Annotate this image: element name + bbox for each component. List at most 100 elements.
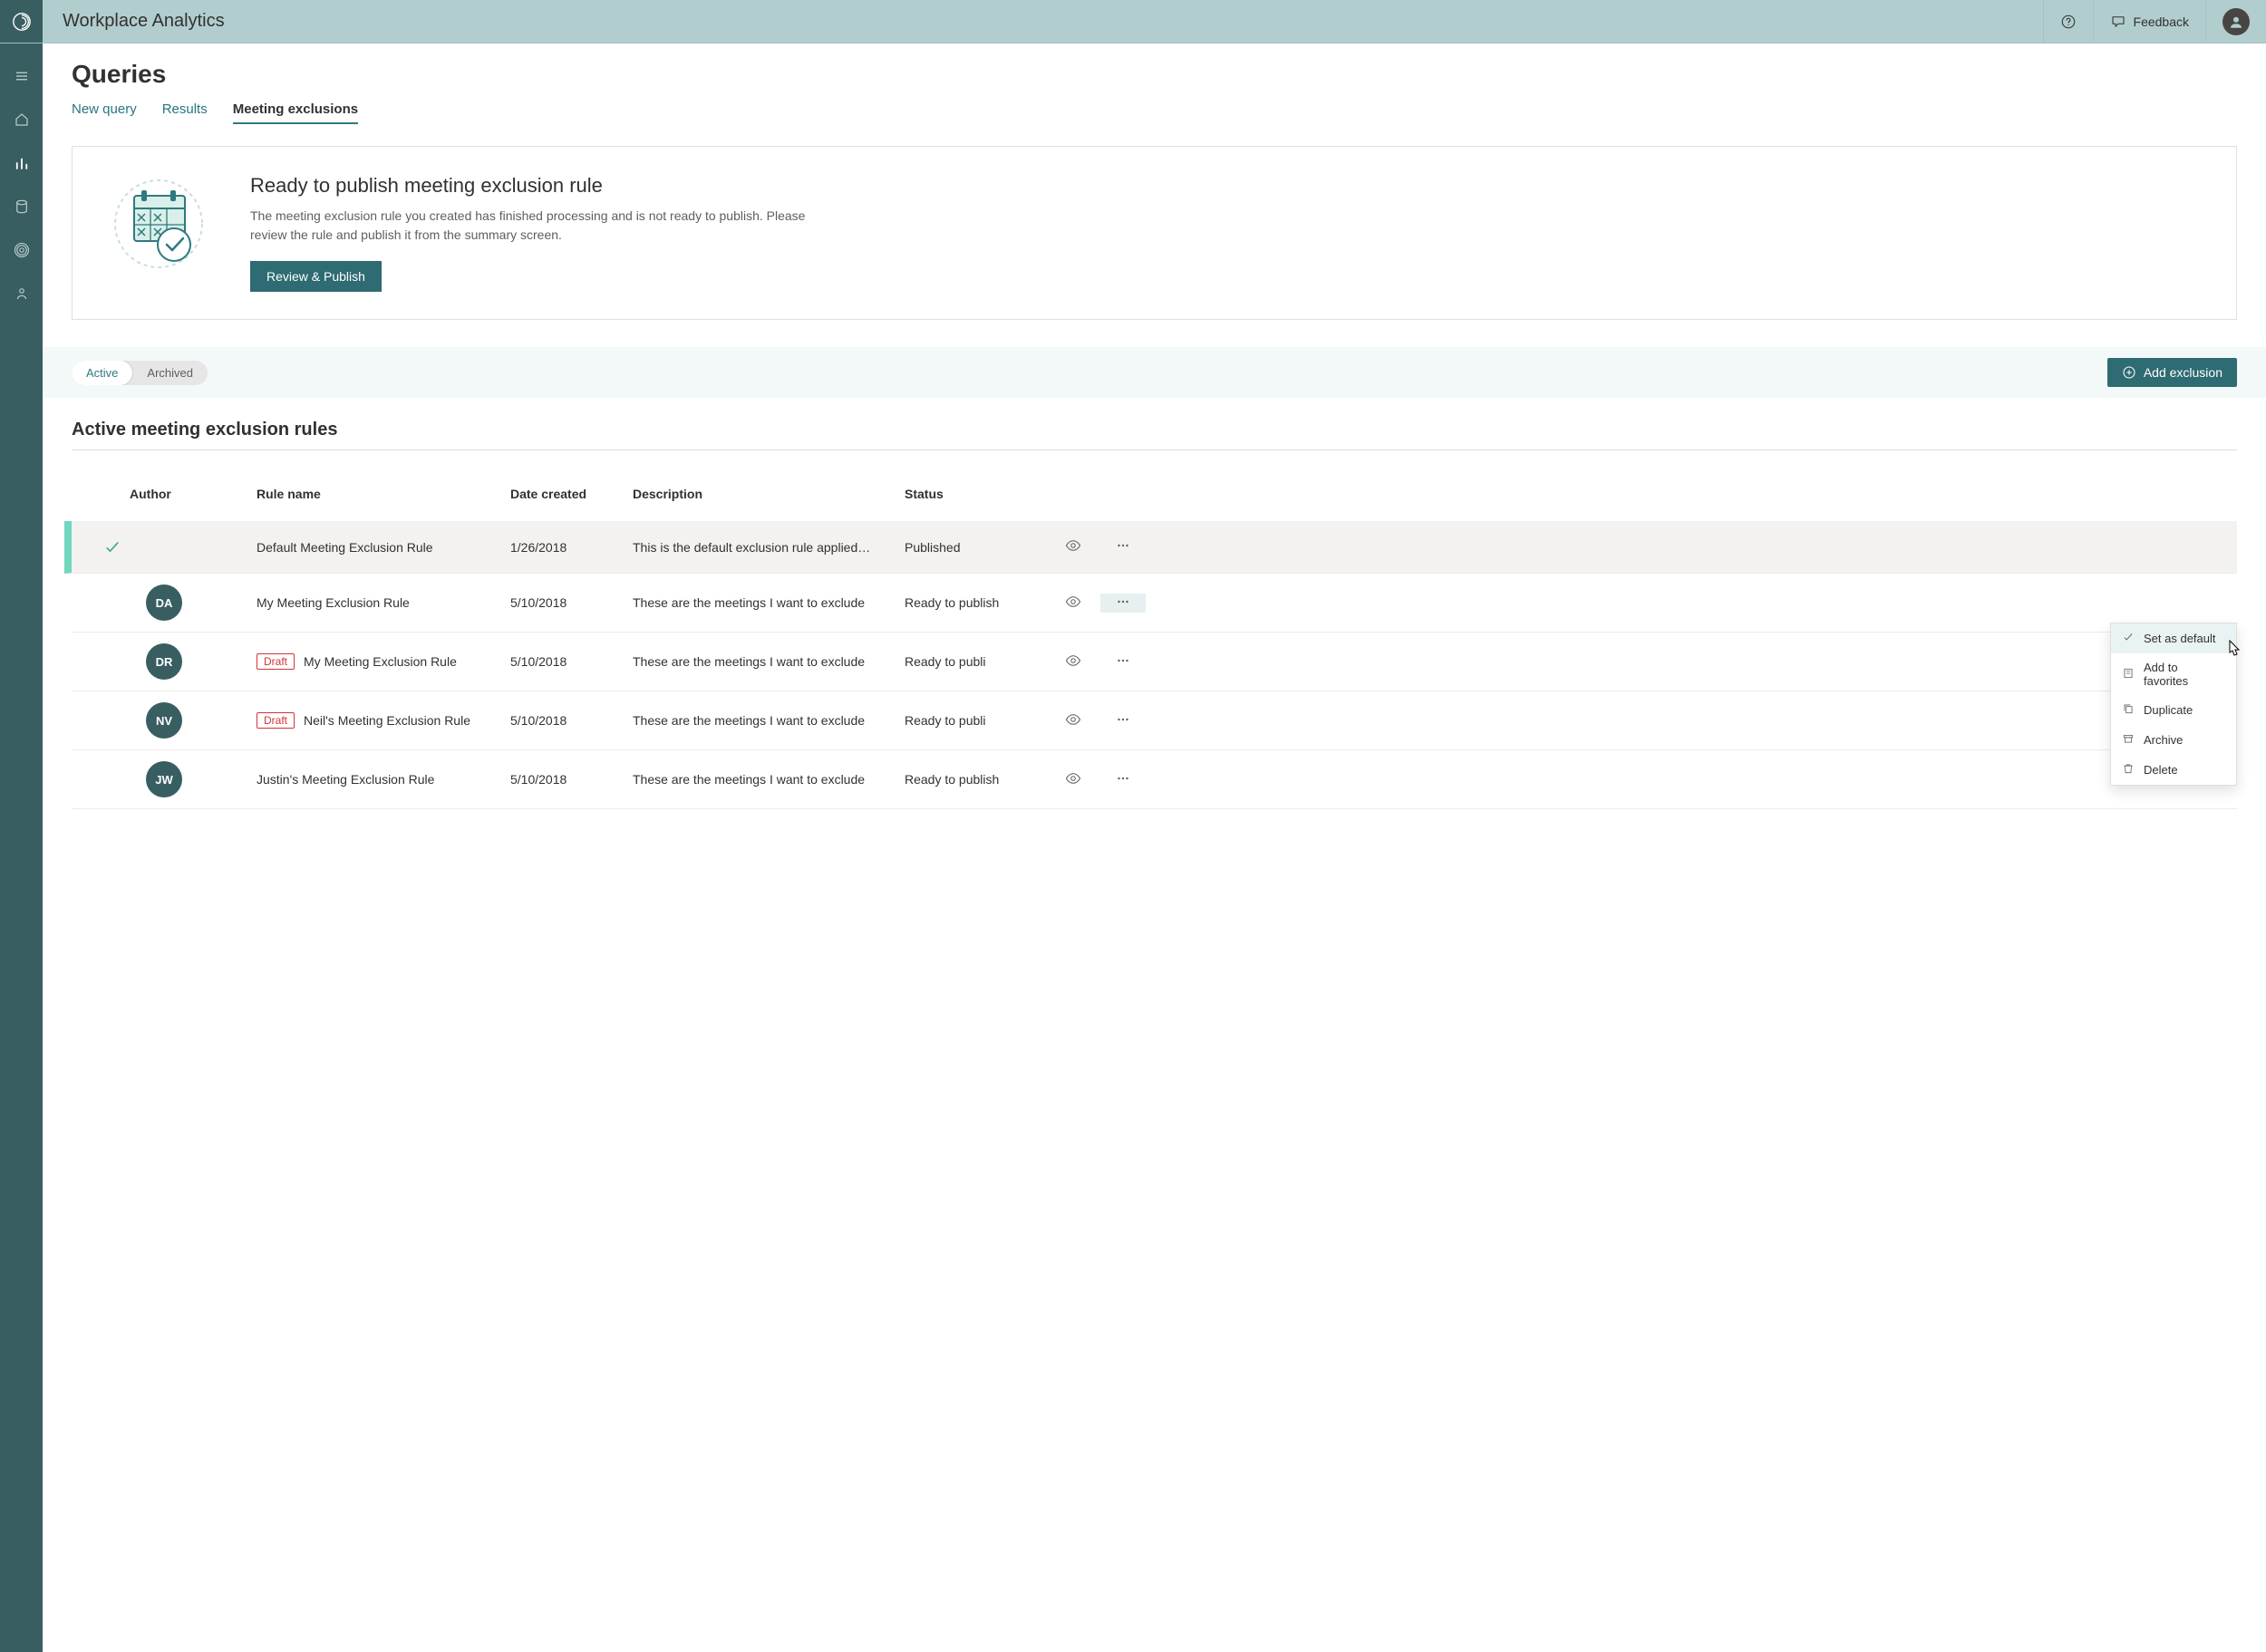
cell-status: Published: [901, 529, 1046, 565]
col-description: Description: [629, 476, 901, 512]
draft-badge: Draft: [257, 712, 295, 729]
header-left: Workplace Analytics: [0, 0, 225, 43]
radar-icon: [14, 242, 30, 258]
cell-author: NV: [126, 691, 253, 749]
feedback-icon: [2110, 14, 2126, 30]
cell-status: Ready to publi: [901, 643, 1046, 680]
menu-item-duplicate[interactable]: Duplicate: [2111, 695, 2236, 725]
cell-author: JW: [126, 750, 253, 808]
view-button[interactable]: [1046, 537, 1100, 556]
bar-chart-icon: [14, 155, 30, 171]
col-author: Author: [126, 476, 253, 512]
person-icon: [2228, 14, 2244, 30]
eye-icon: [1065, 652, 1081, 671]
menu-item-set-as-default[interactable]: Set as default: [2111, 623, 2236, 653]
table-row[interactable]: DAMy Meeting Exclusion Rule5/10/2018Thes…: [72, 574, 2237, 633]
author-avatar: DR: [146, 643, 182, 680]
cell-rule-name: DraftNeil's Meeting Exclusion Rule: [253, 701, 507, 739]
cell-description: These are the meetings I want to exclude: [629, 702, 901, 739]
help-button[interactable]: [2043, 0, 2093, 43]
rules-table: Author Rule name Date created Descriptio…: [72, 459, 2237, 809]
app-header: Workplace Analytics Feedback: [0, 0, 2266, 43]
notice-content: Ready to publish meeting exclusion rule …: [250, 174, 830, 292]
rule-name-text: My Meeting Exclusion Rule: [257, 595, 410, 610]
cell-author: [126, 536, 253, 558]
author-avatar: DA: [146, 584, 182, 621]
page-title: Queries: [72, 60, 2237, 89]
delete-icon: [2122, 762, 2135, 778]
menu-item-delete[interactable]: Delete: [2111, 755, 2236, 785]
header-right: Feedback: [2043, 0, 2266, 43]
rule-name-text: Justin's Meeting Exclusion Rule: [257, 772, 434, 787]
draft-badge: Draft: [257, 653, 295, 670]
sidebar: [0, 43, 43, 1652]
copy-icon: [2122, 702, 2135, 718]
logo-swirl-icon: [12, 12, 32, 32]
cell-description: These are the meetings I want to exclude: [629, 761, 901, 797]
cell-date: 1/26/2018: [507, 529, 629, 565]
view-button[interactable]: [1046, 652, 1100, 671]
view-button[interactable]: [1046, 711, 1100, 730]
filter-toolbar: ActiveArchived Add exclusion: [43, 347, 2266, 398]
cell-status: Ready to publish: [901, 761, 1046, 797]
sidebar-plans[interactable]: [0, 274, 43, 314]
more-icon: [1115, 594, 1131, 613]
table-header: Author Rule name Date created Descriptio…: [72, 459, 2237, 521]
menu-item-add-to-favorites[interactable]: Add to favorites: [2111, 653, 2236, 695]
eye-icon: [1065, 537, 1081, 556]
database-icon: [14, 198, 30, 215]
table-row[interactable]: NVDraftNeil's Meeting Exclusion Rule5/10…: [72, 691, 2237, 750]
more-actions-button[interactable]: [1100, 594, 1146, 613]
sidebar-data[interactable]: [0, 187, 43, 227]
more-actions-button[interactable]: [1100, 537, 1146, 556]
cell-date: 5/10/2018: [507, 584, 629, 621]
cell-date: 5/10/2018: [507, 761, 629, 797]
more-actions-button[interactable]: [1100, 711, 1146, 730]
table-row[interactable]: DRDraftMy Meeting Exclusion Rule5/10/201…: [72, 633, 2237, 691]
filter-pill-group: ActiveArchived: [72, 361, 208, 385]
tab-new-query[interactable]: New query: [72, 101, 137, 124]
col-date: Date created: [507, 476, 629, 512]
filter-pill-active[interactable]: Active: [72, 361, 132, 385]
notice-illustration: [109, 174, 208, 274]
view-button[interactable]: [1046, 594, 1100, 613]
review-publish-button[interactable]: Review & Publish: [250, 261, 382, 292]
menu-item-archive[interactable]: Archive: [2111, 725, 2236, 755]
more-actions-button[interactable]: [1100, 770, 1146, 789]
tab-meeting-exclusions[interactable]: Meeting exclusions: [233, 101, 358, 124]
more-actions-button[interactable]: [1100, 652, 1146, 671]
help-icon: [2060, 14, 2077, 30]
view-button[interactable]: [1046, 770, 1100, 789]
sidebar-explore[interactable]: [0, 230, 43, 270]
sidebar-analyze[interactable]: [0, 143, 43, 183]
tabs: New query Results Meeting exclusions: [72, 101, 2237, 124]
more-icon: [1115, 711, 1131, 730]
avatar: [2222, 8, 2250, 35]
author-avatar: JW: [146, 761, 182, 797]
home-icon: [14, 111, 30, 128]
calendar-check-icon: [109, 174, 208, 274]
table-row[interactable]: Default Meeting Exclusion Rule1/26/2018T…: [64, 521, 2237, 574]
check-icon: [2122, 631, 2135, 646]
rule-name-text: My Meeting Exclusion Rule: [304, 654, 457, 669]
feedback-button[interactable]: Feedback: [2093, 0, 2205, 43]
cell-rule-name: Default Meeting Exclusion Rule: [253, 529, 507, 565]
menu-item-label: Archive: [2144, 733, 2183, 747]
eye-icon: [1065, 711, 1081, 730]
section-title: Active meeting exclusion rules: [72, 420, 2237, 450]
hamburger-icon: [14, 68, 30, 84]
add-exclusion-button[interactable]: Add exclusion: [2107, 358, 2237, 387]
filter-pill-archived[interactable]: Archived: [132, 361, 208, 385]
more-icon: [1115, 770, 1131, 789]
add-exclusion-label: Add exclusion: [2144, 365, 2222, 380]
table-row[interactable]: JW Justin's Meeting Exclusion Rule 5/10/20…: [72, 750, 2237, 809]
sidebar-hamburger[interactable]: [0, 56, 43, 96]
main-content: Queries New query Results Meeting exclusio…: [43, 43, 2266, 1652]
tab-results[interactable]: Results: [162, 101, 208, 124]
sidebar-home[interactable]: [0, 100, 43, 140]
profile-button[interactable]: [2205, 0, 2266, 43]
archive-icon: [2122, 732, 2135, 748]
cell-status: Ready to publish: [901, 584, 1046, 621]
rule-name-text: Default Meeting Exclusion Rule: [257, 540, 433, 555]
app-logo[interactable]: [0, 0, 43, 43]
